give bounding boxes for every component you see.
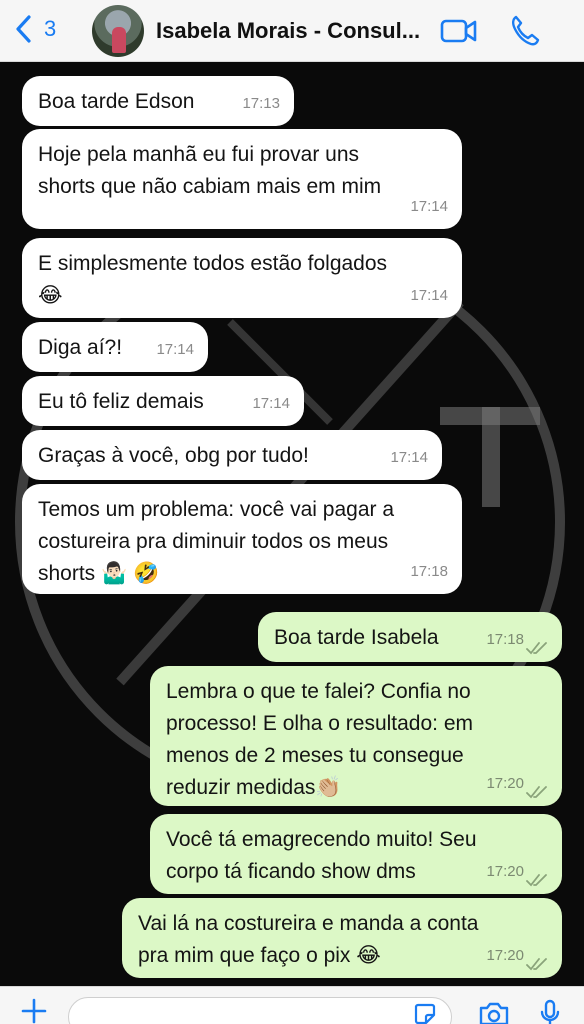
message-timestamp: 17:14 (156, 341, 194, 358)
incoming-message[interactable]: Eu tô feliz demais 17:14 (22, 376, 304, 426)
plus-icon[interactable] (20, 997, 48, 1024)
outgoing-message[interactable]: Vai lá na costureira e manda a conta pra… (122, 898, 562, 978)
incoming-message[interactable]: Temos um problema: você vai pagar a cost… (22, 484, 462, 594)
message-text: Graças à você, obg por tudo! (38, 444, 309, 467)
sticker-icon[interactable] (414, 1003, 436, 1024)
composer-bar (0, 986, 584, 1024)
video-camera-icon[interactable] (440, 16, 478, 46)
incoming-message[interactable]: Graças à você, obg por tudo! 17:14 (22, 430, 442, 480)
message-text: Temos um problema: você vai pagar a cost… (38, 498, 395, 585)
incoming-message[interactable]: Diga aí?! 17:14 (22, 322, 208, 372)
outgoing-message[interactable]: Boa tarde Isabela 17:18 (258, 612, 562, 662)
message-timestamp: 17:13 (242, 95, 280, 112)
message-timestamp: 17:14 (252, 395, 290, 412)
message-input[interactable] (68, 997, 452, 1024)
outgoing-message[interactable]: Lembra o que te falei? Confia no process… (150, 666, 562, 806)
message-timestamp: 17:14 (410, 287, 448, 304)
read-receipt-icon (526, 642, 547, 655)
contact-name[interactable]: Isabela Morais - Consul... (156, 18, 426, 44)
avatar[interactable] (92, 5, 144, 57)
phone-icon[interactable] (510, 14, 540, 46)
message-timestamp: 17:20 (486, 947, 524, 964)
message-timestamp: 17:14 (410, 198, 448, 215)
incoming-message[interactable]: E simplesmente todos estão folgados 😂 17:… (22, 238, 462, 318)
incoming-message[interactable]: Boa tarde Edson 17:13 (22, 76, 294, 126)
chat-area[interactable]: Boa tarde Edson 17:13 Hoje pela manhã eu f… (0, 62, 584, 986)
chat-header: 3 Isabela Morais - Consul... (0, 0, 584, 62)
message-text: E simplesmente todos estão folgados 😂 (38, 252, 388, 307)
microphone-icon[interactable] (540, 999, 560, 1024)
chevron-left-icon (16, 15, 31, 43)
read-receipt-icon (526, 786, 547, 799)
message-text: Hoje pela manhã eu fui provar uns shorts… (38, 143, 382, 198)
unread-count: 3 (44, 16, 57, 41)
read-receipt-icon (526, 874, 547, 887)
back-button[interactable]: 3 (14, 14, 56, 44)
incoming-message[interactable]: Hoje pela manhã eu fui provar uns shorts… (22, 129, 462, 229)
outgoing-message[interactable]: Você tá emagrecendo muito! Seu corpo tá … (150, 814, 562, 894)
message-timestamp: 17:20 (486, 863, 524, 880)
read-receipt-icon (526, 958, 547, 971)
message-timestamp: 17:18 (486, 631, 524, 648)
message-timestamp: 17:14 (390, 449, 428, 466)
camera-icon[interactable] (478, 1001, 510, 1024)
message-timestamp: 17:18 (410, 563, 448, 580)
message-timestamp: 17:20 (486, 775, 524, 792)
